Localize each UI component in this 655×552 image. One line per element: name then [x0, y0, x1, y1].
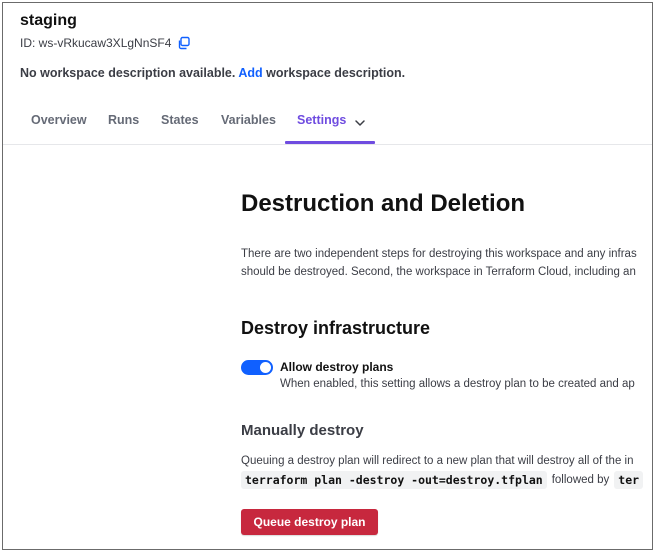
page-title: Destruction and Deletion — [241, 190, 526, 217]
allow-destroy-plans-label: Allow destroy plans — [280, 360, 394, 374]
followed-by-text: followed by — [551, 474, 610, 486]
queue-destroy-plan-button[interactable]: Queue destroy plan — [241, 509, 378, 535]
add-description-link[interactable]: Add — [238, 66, 262, 80]
apply-command: ter — [614, 471, 644, 489]
allow-destroy-plans-help: When enabled, this setting allows a dest… — [280, 378, 635, 390]
workspace-tabs: Overview Runs States Variables Settings — [3, 103, 652, 145]
intro-line-1: There are two independent steps for dest… — [241, 248, 637, 260]
allow-destroy-plans-toggle[interactable] — [241, 360, 273, 375]
manually-destroy-heading: Manually destroy — [241, 422, 364, 439]
tab-settings[interactable]: Settings — [297, 113, 346, 127]
workspace-id: ID: ws-vRkucaw3XLgNnSF4 — [20, 36, 172, 50]
destroy-command-row: terraform plan -destroy -out=destroy.tfp… — [241, 471, 644, 489]
intro-line-2: should be destroyed. Second, the workspa… — [241, 266, 636, 278]
copy-icon[interactable] — [177, 36, 191, 50]
workspace-id-row: ID: ws-vRkucaw3XLgNnSF4 — [20, 36, 191, 50]
destroy-command: terraform plan -destroy -out=destroy.tfp… — [241, 471, 547, 489]
chevron-down-icon[interactable] — [354, 115, 366, 126]
tab-states[interactable]: States — [161, 113, 199, 127]
intro-paragraph: There are two independent steps for dest… — [241, 245, 637, 281]
toggle-knob — [260, 362, 271, 373]
workspace-settings-window: staging ID: ws-vRkucaw3XLgNnSF4 No works… — [2, 2, 653, 550]
active-tab-indicator — [285, 141, 375, 144]
tab-variables[interactable]: Variables — [221, 113, 276, 127]
manually-destroy-text: Queuing a destroy plan will redirect to … — [241, 455, 634, 467]
description-suffix: workspace description. — [266, 66, 406, 80]
tab-runs[interactable]: Runs — [108, 113, 139, 127]
destroy-infrastructure-heading: Destroy infrastructure — [241, 318, 431, 338]
description-text: No workspace description available. — [20, 66, 236, 80]
tab-overview[interactable]: Overview — [31, 113, 87, 127]
workspace-name: staging — [20, 12, 77, 29]
workspace-description: No workspace description available. Add … — [20, 66, 405, 80]
